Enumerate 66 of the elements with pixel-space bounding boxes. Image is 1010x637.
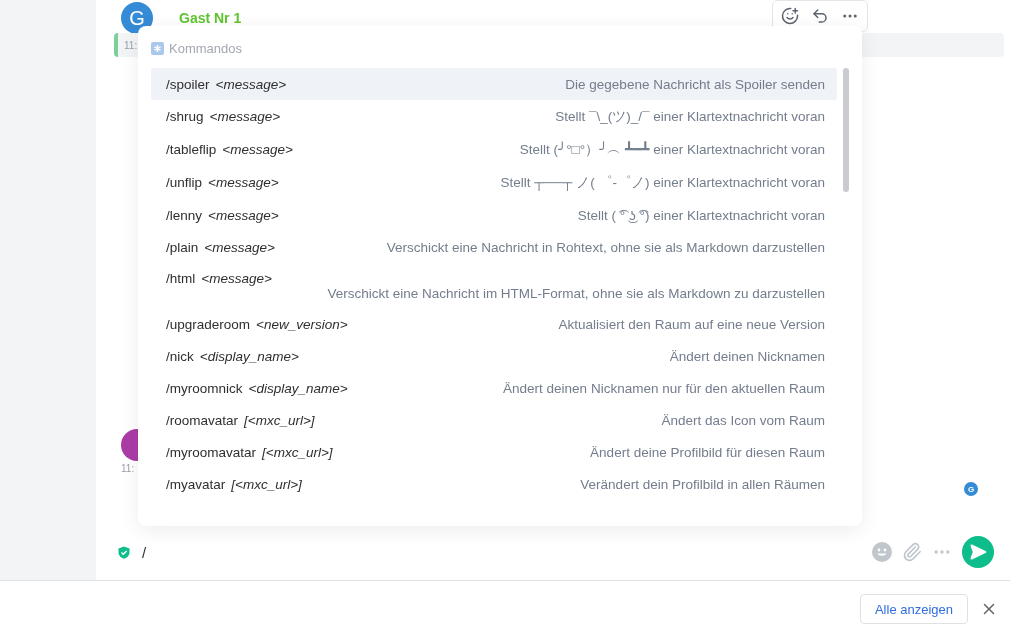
asterisk-icon: [151, 41, 164, 55]
command-option[interactable]: /myavatar [<mxc_url>] Verändert dein Profilbild in allen Räumen: [151, 468, 837, 500]
command-description: Verändert dein Profilbild in allen Räumen: [580, 476, 825, 492]
command-arguments: <message>: [209, 109, 281, 124]
command-option[interactable]: /nick <display_name> Ändert deinen Nicknamen: [151, 340, 837, 372]
command-name: /nick: [166, 348, 194, 364]
message-timestamp: 11:: [124, 39, 138, 51]
command-arguments: <new_version>: [256, 316, 348, 332]
command-name: /upgraderoom: [166, 316, 251, 332]
command-name: /roomavatar: [166, 412, 239, 428]
command-description: Stellt (╯°□°）╯︵ ┻━┻ einer Klartextnachricht voran: [519, 140, 825, 159]
command-arguments: [<mxc_url>]: [262, 444, 333, 460]
command-description: Ändert deine Profilbild für diesen Raum: [590, 444, 825, 460]
command-name: /spoiler: [166, 76, 210, 92]
panel-title: Kommandos: [169, 40, 242, 56]
command-description: Stellt ¯\_(ツ)_/¯ einer Klartextnachricht voran: [555, 107, 825, 126]
command-name: /myroomavatar: [166, 444, 257, 460]
message-timestamp: 11:: [121, 463, 135, 474]
command-name: /tableflip: [166, 142, 217, 157]
shield-check-icon: [118, 545, 130, 559]
command-description: Ändert deinen Nicknamen nur für den aktuellen Raum: [503, 380, 825, 396]
message-input[interactable]: /: [140, 542, 862, 562]
command-option[interactable]: /roomavatar [<mxc_url>] Ändert das Icon vom Raum: [151, 404, 837, 436]
scrollbar-thumb[interactable]: [843, 68, 849, 192]
paperclip-icon[interactable]: [902, 542, 922, 562]
command-arguments: <message>: [208, 175, 279, 190]
command-arguments: [<mxc_url>]: [231, 476, 302, 492]
command-description: Verschickt eine Nachricht in Rohtext, ohne sie als Markdown darzustellen: [386, 239, 825, 255]
command-option[interactable]: /myroomavatar [<mxc_url>] Ändert deine Profilbild für diesen Raum: [151, 436, 837, 468]
command-description: Die gegebene Nachricht als Spoiler senden: [565, 76, 825, 92]
command-description: Ändert das Icon vom Raum: [661, 412, 825, 428]
user-avatar[interactable]: G: [121, 2, 153, 34]
command-option[interactable]: /lenny <message> Stellt ( ͡° ͜ʖ ͡°) einer Klartextnachricht voran: [151, 199, 837, 231]
command-arguments: <message>: [201, 270, 272, 286]
command-description: Ändert deinen Nicknamen: [669, 348, 825, 364]
command-option[interactable]: /html <message> Verschickt eine Nachricht im HTML-Format, ohne sie als Markdown zu darzustellen: [151, 263, 837, 308]
command-option[interactable]: /plain <message> Verschickt eine Nachricht in Rohtext, ohne sie als Markdown darzustellen: [151, 231, 837, 263]
command-description: Verschickt eine Nachricht im HTML-Format, ohne sie als Markdown zu darzustellen: [327, 285, 825, 301]
add-reaction-icon[interactable]: [781, 7, 799, 25]
command-option[interactable]: /shrug <message> Stellt ¯\_(ツ)_/¯ einer Klartextnachricht voran: [151, 100, 837, 133]
reply-icon[interactable]: [811, 7, 829, 25]
command-arguments: [<mxc_url>]: [244, 412, 315, 428]
command-arguments: <message>: [222, 142, 293, 157]
command-name: /html: [166, 270, 196, 286]
command-name: /unflip: [166, 175, 203, 190]
command-name: /plain: [166, 239, 199, 255]
read-receipt-avatar[interactable]: G: [964, 482, 978, 496]
command-description: Aktualisiert den Raum auf eine neue Version: [558, 316, 825, 332]
command-name: /shrug: [166, 109, 204, 124]
command-name: /myroomnick: [166, 380, 243, 396]
command-arguments: <display_name>: [199, 348, 299, 364]
command-name: /myavatar: [166, 476, 226, 492]
command-option[interactable]: /tableflip <message> Stellt (╯°□°）╯︵ ┻━┻ einer Klartextnachricht voran: [151, 133, 837, 166]
show-all-button[interactable]: Alle anzeigen: [859, 594, 968, 624]
command-arguments: <message>: [204, 239, 275, 255]
send-icon: [969, 543, 987, 561]
command-option[interactable]: /myroomnick <display_name> Ändert deinen Nicknamen nur für den aktuellen Raum: [151, 372, 837, 404]
command-arguments: <message>: [208, 207, 279, 223]
command-arguments: <message>: [215, 76, 287, 92]
command-option[interactable]: /unflip <message> Stellt ┬──┬ ノ( ゜-゜ノ) einer Klartextnachricht voran: [151, 166, 837, 199]
command-arguments: <display_name>: [248, 380, 348, 396]
command-name: /lenny: [166, 207, 203, 223]
command-option[interactable]: /spoiler <message> Die gegebene Nachricht als Spoiler senden: [151, 68, 837, 100]
command-description: Stellt ┬──┬ ノ( ゜-゜ノ) einer Klartextnachricht voran: [500, 173, 825, 192]
command-description: Stellt ( ͡° ͜ʖ ͡°) einer Klartextnachricht voran: [577, 207, 825, 223]
command-option[interactable]: /upgraderoom <new_version> Aktualisiert den Raum auf eine neue Version: [151, 308, 837, 340]
